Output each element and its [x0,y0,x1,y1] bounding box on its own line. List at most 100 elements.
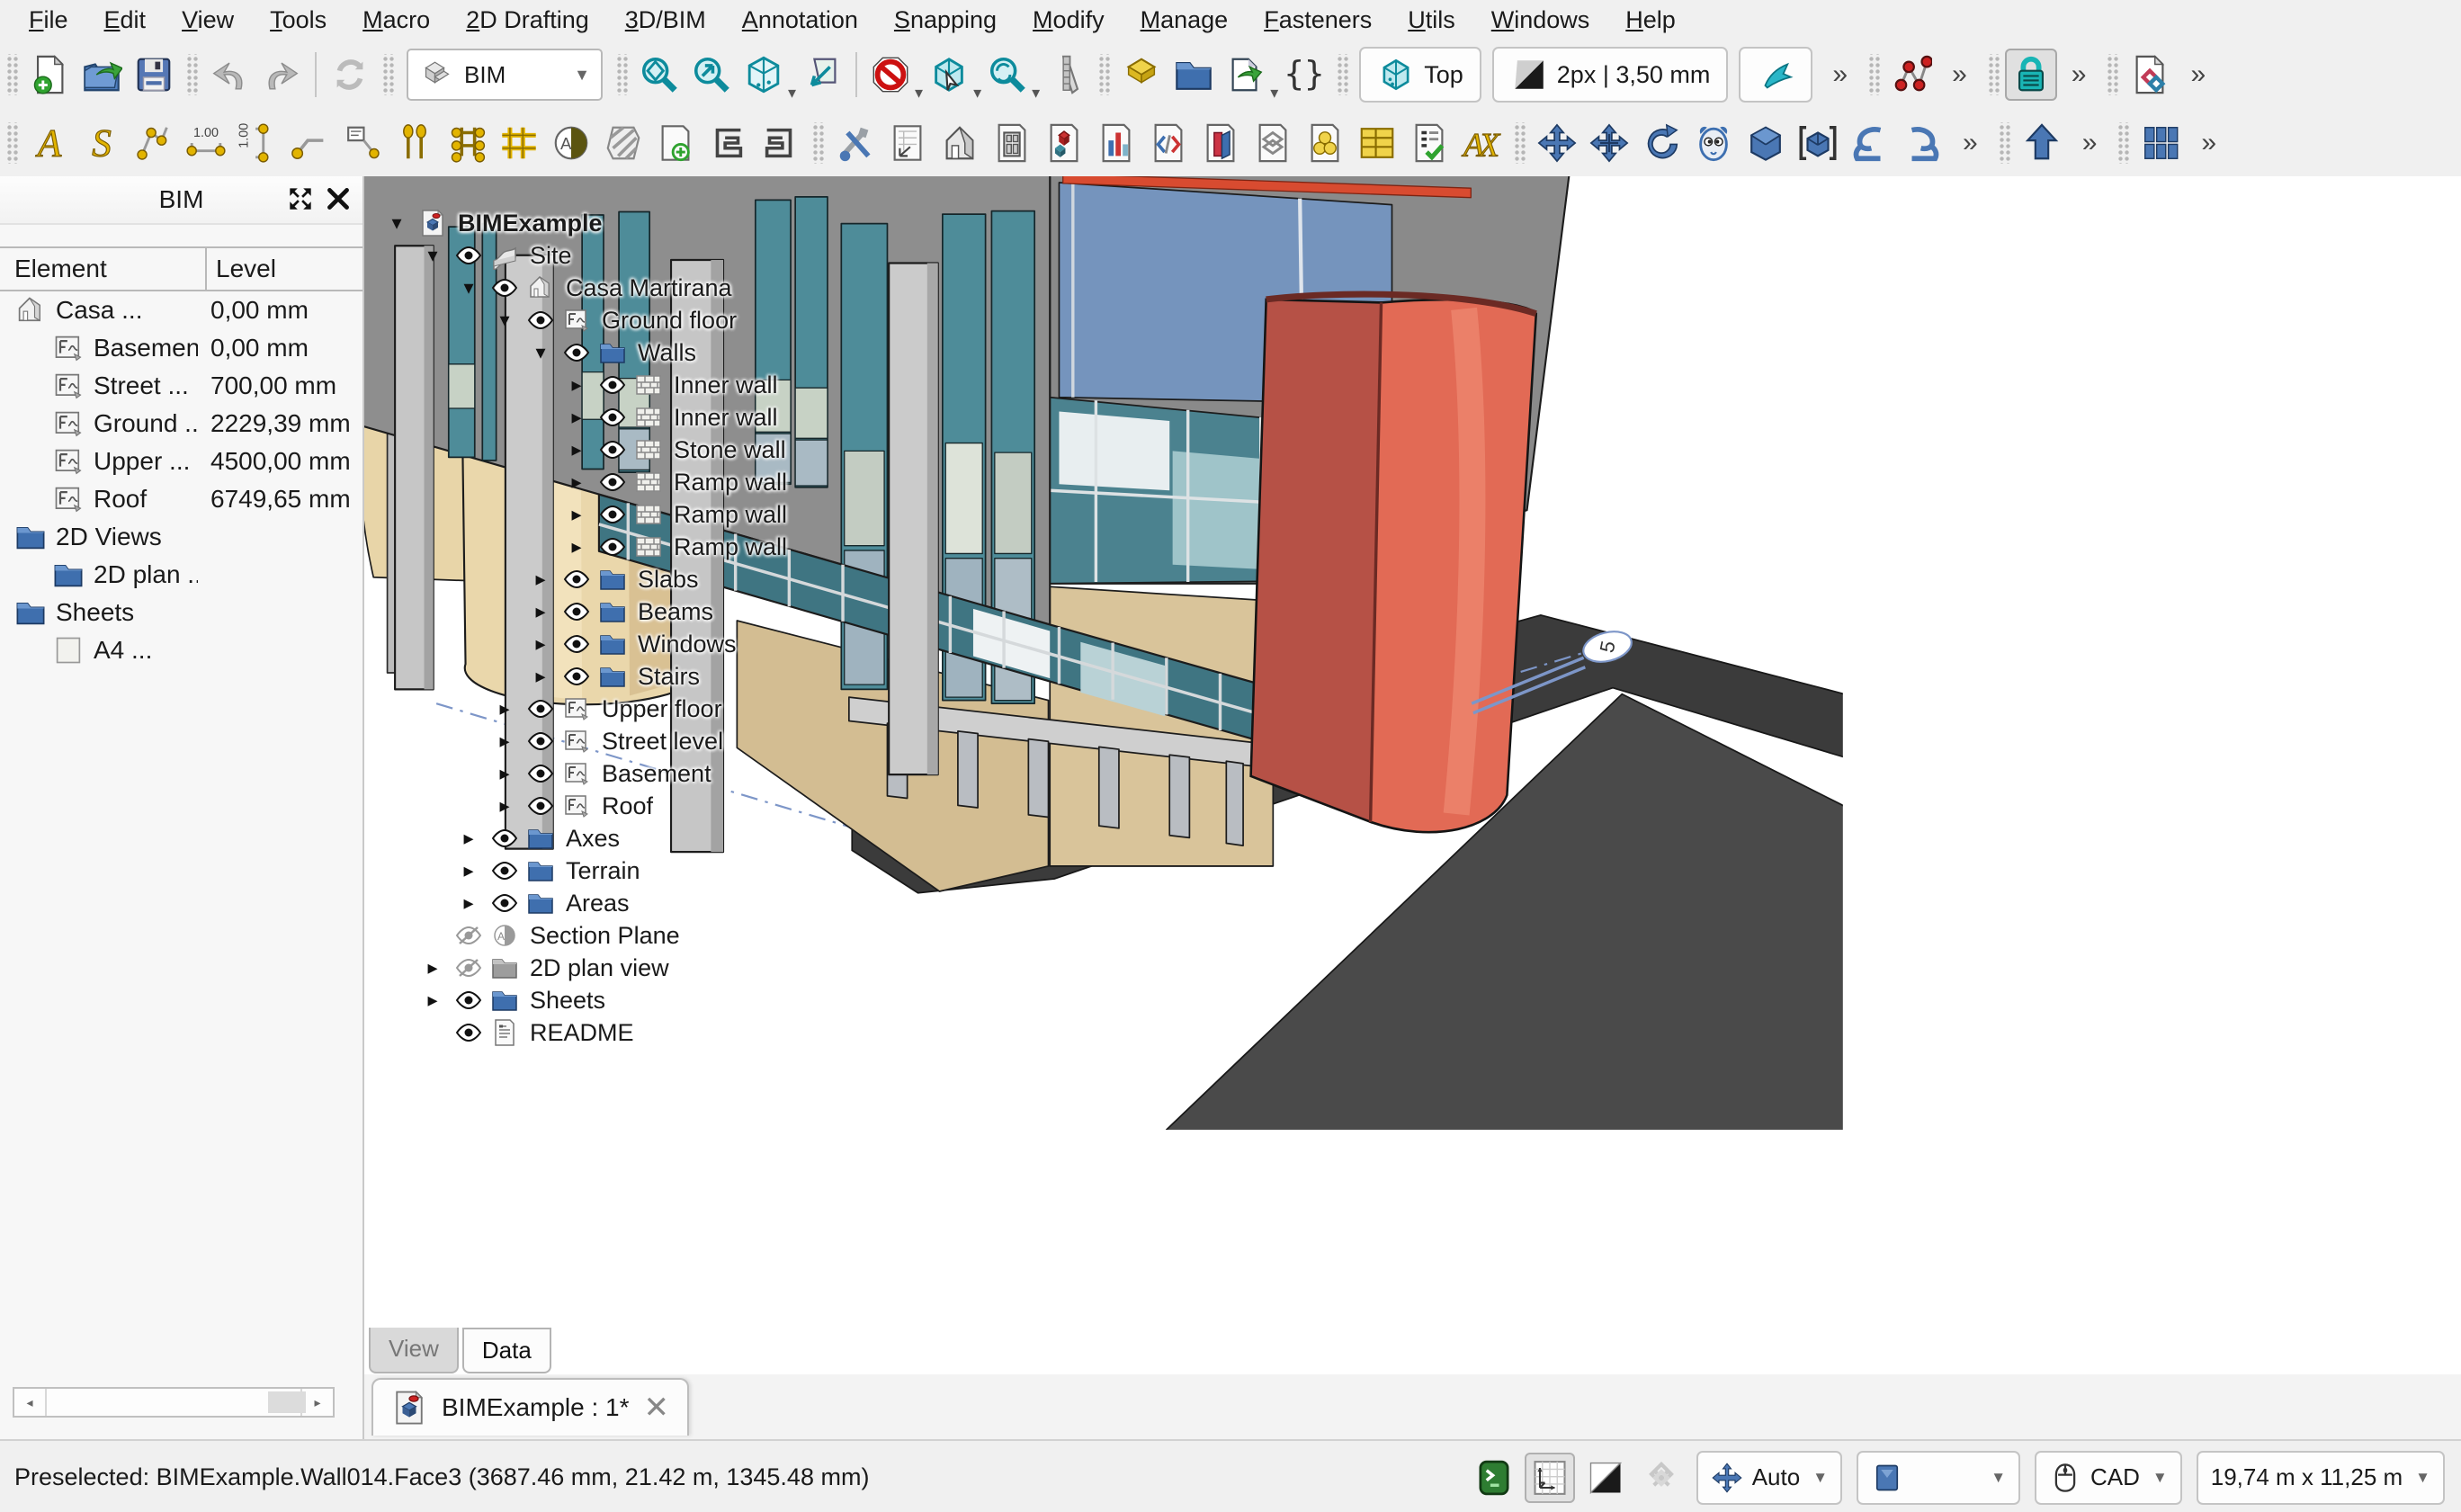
spreadsheet-button[interactable] [1351,117,1403,169]
visibility-eye-icon[interactable] [559,630,595,658]
menu-item-edit[interactable]: Edit [88,4,163,36]
working-plane-button[interactable] [796,49,848,101]
working-plane-dropdown[interactable]: Auto▼ [1696,1451,1842,1505]
menu-item-view[interactable]: View [166,4,250,36]
tree-row-casa-martirana[interactable]: ▾Casa Martirana [364,272,1048,304]
python-console-button[interactable] [1469,1453,1519,1503]
menu-item-3d-bim[interactable]: 3D/BIM [609,4,722,36]
visibility-eye-icon[interactable] [451,986,487,1015]
expander-closed-icon[interactable]: ▸ [451,891,487,915]
scrollbar-thumb[interactable] [268,1391,306,1413]
menu-item-tools[interactable]: Tools [254,4,343,36]
expander-closed-icon[interactable]: ▸ [487,697,523,720]
line-style-button[interactable]: 2px | 3,50 mm [1492,47,1729,103]
refresh-button[interactable] [324,49,376,101]
quantities-button[interactable] [1038,117,1090,169]
visibility-eye-icon[interactable] [523,694,559,723]
panel-row-2d-views[interactable]: 2D Views [0,518,362,556]
menu-item-snapping[interactable]: Snapping [878,4,1013,36]
tree-row-basement[interactable]: ▸Basement [364,757,1048,790]
visibility-eye-icon[interactable] [523,759,559,788]
tree-row-areas[interactable]: ▸Areas [364,887,1048,919]
close-panel-icon[interactable] [323,183,353,214]
grid-button[interactable] [493,117,545,169]
sketch-to-draft-button[interactable] [1896,117,1948,169]
tree-row-axes[interactable]: ▸Axes [364,822,1048,854]
menu-item-help[interactable]: Help [1609,4,1692,36]
expander-closed-icon[interactable]: ▸ [451,859,487,882]
bim-setup-button[interactable] [829,117,881,169]
toolbar-grip[interactable] [615,54,628,95]
tree-row-roof[interactable]: ▸Roof [364,790,1048,822]
expander-closed-icon[interactable]: ▸ [523,600,559,623]
knot-indicator-button[interactable] [1636,1453,1687,1503]
3d-viewport[interactable]: 5 VORNE RECHTS [364,176,2461,1439]
ifc-explorer-button[interactable] [1142,117,1195,169]
menu-item-modify[interactable]: Modify [1016,4,1121,36]
tree-row-upper-floor[interactable]: ▸Upper floor [364,693,1048,725]
workbench-selector[interactable]: BIM▼ [407,49,603,101]
expander-closed-icon[interactable]: ▸ [523,568,559,591]
axis-button[interactable] [389,117,441,169]
draw-style-button[interactable] [1580,1453,1631,1503]
expander-closed-icon[interactable]: ▸ [523,665,559,688]
expander-closed-icon[interactable]: ▸ [487,794,523,818]
menu-item-windows[interactable]: Windows [1475,4,1606,36]
annotation-styles-button[interactable] [1455,117,1508,169]
export-dropdown[interactable] [1220,49,1272,101]
toolbar-overflow-chevron[interactable]: » [1818,59,1862,90]
toolbar-grip[interactable] [811,122,824,164]
visibility-eye-off-icon[interactable] [451,953,487,982]
visibility-eye-off-icon[interactable] [451,921,487,950]
expander-closed-icon[interactable]: ▸ [559,406,595,429]
tree-row-windows[interactable]: ▸Windows [364,628,1048,660]
visibility-eye-icon[interactable] [487,856,523,885]
toolbar-overflow-chevron[interactable]: » [1948,128,1992,158]
leader-button[interactable] [284,117,336,169]
visibility-eye-icon[interactable] [595,500,631,529]
panel-row-a4-[interactable]: A4 ... [0,631,362,669]
lock-button[interactable] [2005,49,2057,101]
panel-row-ground-[interactable]: Ground ...2229,39 mm [0,405,362,443]
fit-all-button[interactable] [633,49,685,101]
scroll-left-arrow[interactable]: ◂ [14,1389,47,1416]
tree-row-site[interactable]: ▾Site [364,239,1048,272]
toolbar-grip[interactable] [1336,54,1348,95]
axis-system-button[interactable] [441,117,493,169]
snap-move-button[interactable] [1583,117,1635,169]
menu-item-fasteners[interactable]: Fasteners [1248,4,1388,36]
menu-item-utils[interactable]: Utils [1392,4,1472,36]
material-button[interactable] [1299,117,1351,169]
tree-row-ramp-wall[interactable]: ▸Ramp wall [364,498,1048,531]
visibility-eye-icon[interactable] [595,403,631,432]
visibility-eye-icon[interactable] [559,565,595,594]
toolbar-grip[interactable] [5,54,18,95]
expander-open-icon[interactable]: ▾ [487,309,523,332]
toolbar-grip[interactable] [1867,54,1880,95]
grid-toggle-button[interactable] [1525,1453,1575,1503]
toolbar-overflow-chevron[interactable]: » [2187,128,2231,158]
toolbar-overflow-chevron[interactable]: » [2176,59,2220,90]
panel-row-basement[interactable]: Basement0,00 mm [0,329,362,367]
panel-horizontal-scrollbar[interactable]: ◂ ▸ [13,1387,335,1418]
view-size-dropdown[interactable]: 19,74 m x 11,25 m▼ [2197,1451,2445,1505]
layers-manager-button[interactable] [1247,117,1299,169]
tree-row-sheets[interactable]: ▸Sheets [364,984,1048,1016]
expander-open-icon[interactable]: ▾ [523,341,559,364]
box-selection-dropdown[interactable] [923,49,975,101]
save-button[interactable] [128,49,180,101]
expander-closed-icon[interactable]: ▸ [559,535,595,559]
axonometric-view-dropdown[interactable] [738,49,790,101]
draft-to-sketch-button[interactable] [1844,117,1896,169]
toolbar-grip[interactable] [1097,54,1110,95]
compound-button[interactable] [1792,117,1844,169]
open-document-button[interactable] [76,49,128,101]
visibility-eye-icon[interactable] [559,597,595,626]
visibility-eye-icon[interactable] [595,435,631,464]
menu-item-2d-drafting[interactable]: 2D Drafting [450,4,605,36]
panel-row-roof[interactable]: Roof6749,65 mm [0,480,362,518]
vertical-dimension-button[interactable] [232,117,284,169]
visibility-eye-icon[interactable] [523,727,559,756]
simple-copy-button[interactable] [1740,117,1792,169]
panel-row-street-[interactable]: Street ...700,00 mm [0,367,362,405]
